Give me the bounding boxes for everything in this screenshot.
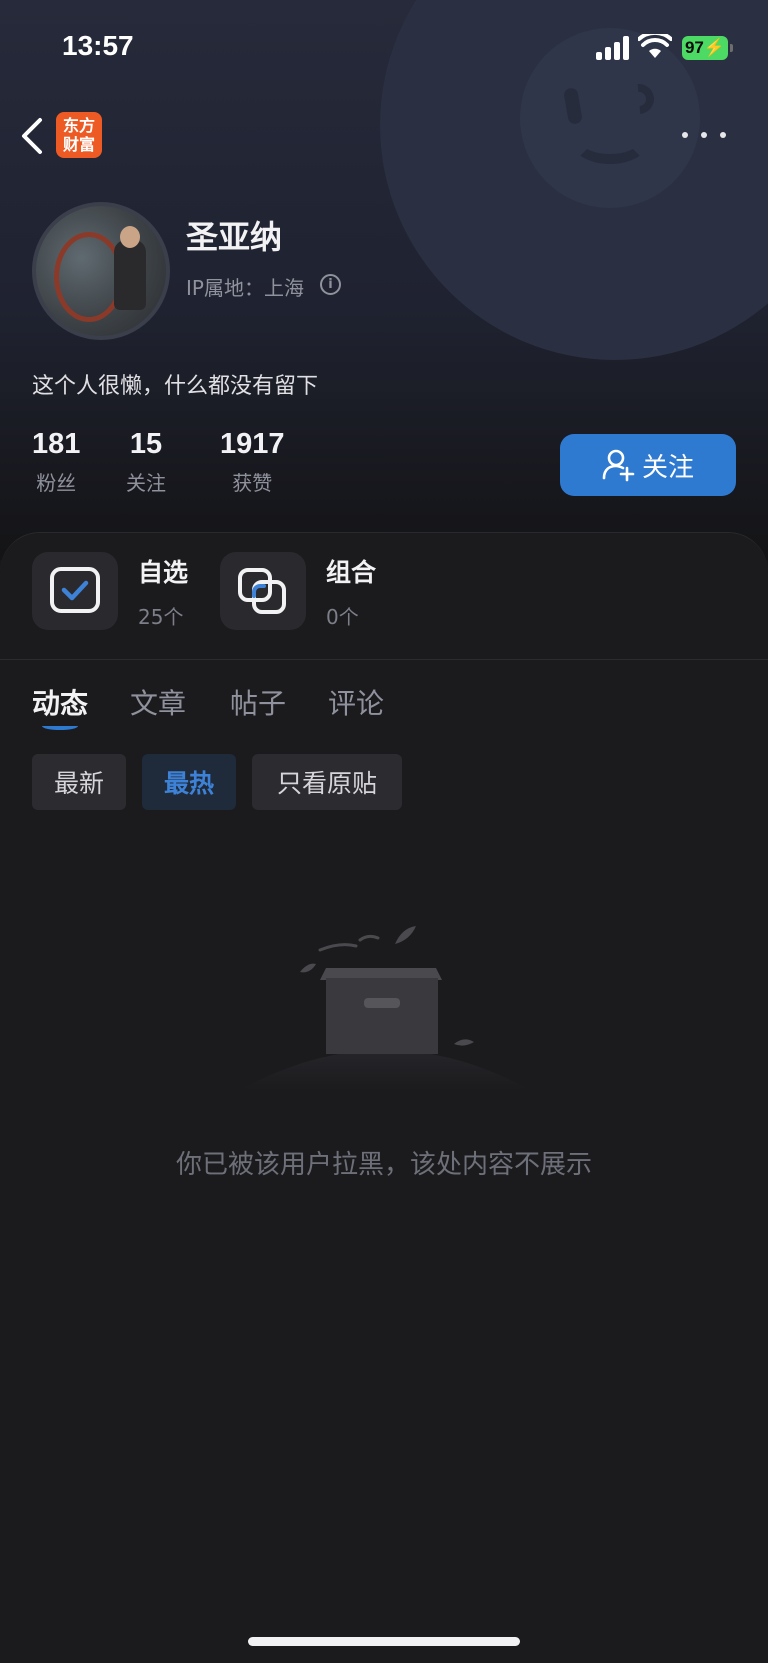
quick-link-count: 0个	[326, 604, 359, 629]
more-options-icon[interactable]	[682, 128, 726, 142]
watchlist-check-icon	[32, 552, 118, 630]
add-user-icon	[602, 449, 635, 482]
quick-link-portfolio[interactable]: 组合 0个	[220, 552, 376, 630]
avatar[interactable]	[32, 202, 170, 340]
quick-link-title: 组合	[326, 557, 377, 587]
battery-indicator: 97⚡	[682, 36, 728, 60]
tab-comments[interactable]: 评论	[328, 682, 384, 722]
user-bio: 这个人很懒，什么都没有留下	[32, 374, 319, 399]
wifi-icon	[638, 34, 672, 58]
stat-value: 15	[129, 428, 163, 460]
tab-dynamics[interactable]: 动态	[32, 682, 88, 722]
quick-link-title: 自选	[138, 557, 189, 587]
battery-tip	[730, 44, 733, 52]
app-logo-line1: 东方	[62, 116, 95, 135]
tab-posts[interactable]: 帖子	[230, 682, 286, 722]
home-indicator[interactable]	[248, 1637, 520, 1646]
active-tab-indicator	[42, 722, 78, 730]
filter-hottest[interactable]: 最热	[142, 754, 236, 810]
follow-button[interactable]: 关注	[560, 434, 736, 496]
stat-likes[interactable]: 1917 获赞	[220, 428, 285, 496]
app-logo[interactable]: 东方 财富	[56, 112, 102, 158]
ip-location: IP属地：上海	[186, 276, 304, 300]
profile-page: 13:57 97⚡ 东方 财富 圣亚纳 IP属地：上海 i 这个人很懒，什么都没…	[0, 0, 768, 1663]
section-divider	[0, 659, 768, 660]
stat-label: 关注	[126, 471, 166, 495]
empty-box-illustration	[240, 926, 530, 1090]
quick-link-watchlist[interactable]: 自选 25个	[32, 552, 188, 630]
filter-original-only[interactable]: 只看原贴	[252, 754, 402, 810]
filter-latest[interactable]: 最新	[32, 754, 126, 810]
portfolio-icon	[220, 552, 306, 630]
stat-value: 1917	[220, 428, 285, 460]
tab-articles[interactable]: 文章	[130, 682, 186, 722]
battery-level: 97	[684, 38, 704, 57]
stat-label: 获赞	[232, 471, 273, 495]
app-logo-line2: 财富	[62, 135, 95, 154]
stat-value: 181	[32, 428, 81, 460]
charging-bolt-icon: ⚡	[703, 38, 726, 57]
status-time: 13:57	[62, 30, 134, 61]
stat-following[interactable]: 15 关注	[126, 428, 166, 496]
username: 圣亚纳	[186, 218, 283, 256]
empty-state-message: 你已被该用户拉黑，该处内容不展示	[175, 1150, 592, 1180]
follow-button-label: 关注	[641, 452, 694, 483]
back-arrow-icon[interactable]	[14, 112, 54, 160]
quick-link-count: 25个	[138, 604, 184, 629]
stat-label: 粉丝	[36, 471, 77, 495]
stat-fans[interactable]: 181 粉丝	[32, 428, 80, 496]
cellular-signal-icon	[596, 36, 630, 60]
info-icon[interactable]: i	[320, 274, 341, 295]
